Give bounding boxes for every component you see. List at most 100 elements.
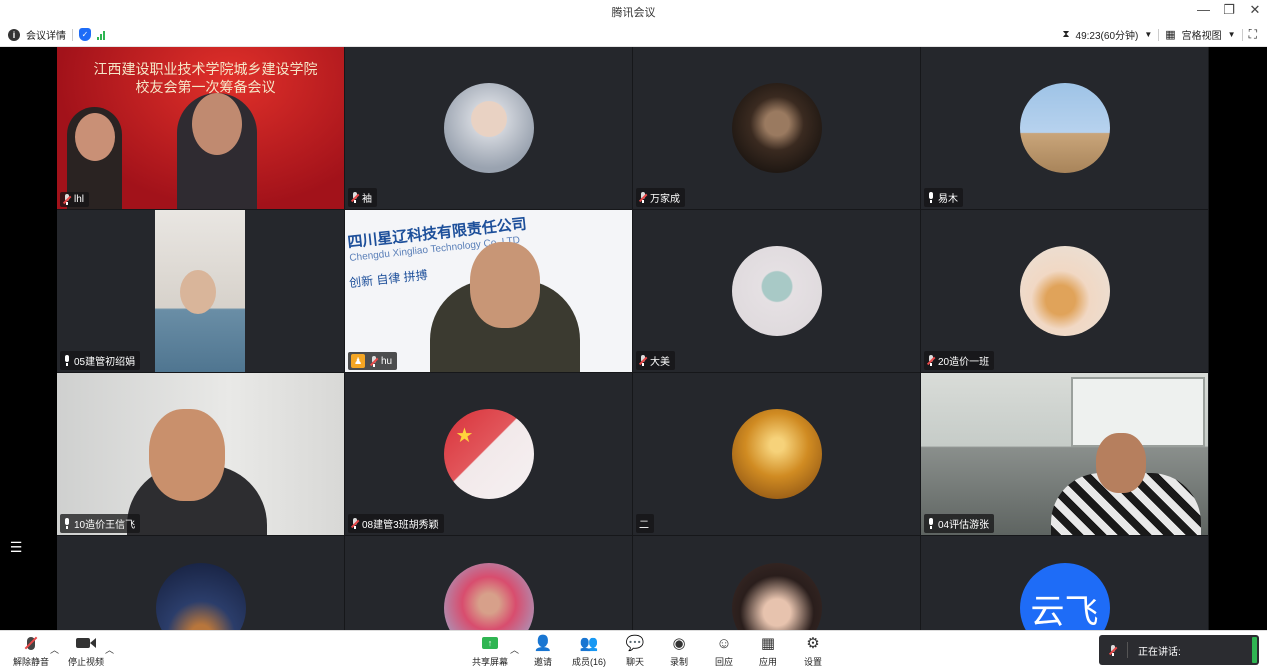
record-button[interactable]: ◉ 录制 — [654, 634, 704, 668]
participant-nametag: 万家成 — [636, 188, 685, 207]
participant-tile[interactable] — [345, 536, 633, 630]
participant-nametag: 08建管3班胡秀颖 — [348, 514, 444, 533]
divider — [1241, 28, 1243, 41]
restore-button[interactable]: ❐ — [1223, 2, 1235, 18]
participant-nametag: 大美 — [636, 351, 675, 370]
audio-level-bar — [1252, 637, 1257, 663]
avatar: ★ — [443, 409, 534, 499]
participant-name: 04评估游张 — [938, 520, 990, 531]
video-feed: 四川星辽科技有限责任公司 Chengdu Xingliao Technology… — [345, 210, 632, 372]
participant-tile[interactable]: 10造价王信飞 — [57, 373, 345, 536]
avatar-initials: 云飞 — [1030, 592, 1099, 631]
participant-tile[interactable] — [633, 536, 921, 630]
camera-icon — [75, 634, 97, 652]
mic-icon — [927, 192, 935, 203]
participant-name: 大美 — [650, 357, 670, 368]
participant-tile[interactable]: 易木 — [921, 47, 1209, 210]
info-icon[interactable]: i — [8, 28, 20, 41]
participant-tile[interactable]: 大美 — [633, 210, 921, 373]
video-feed: 江西建设职业技术学院城乡建设学院 校友会第一次筹备会议 — [57, 47, 344, 209]
invite-icon: 👤 — [533, 635, 553, 652]
participant-nametag: ♟ hu — [348, 352, 398, 370]
host-icon: ♟ — [351, 354, 365, 368]
avatar: 云飞 — [1019, 563, 1110, 631]
divider — [1127, 642, 1128, 658]
participant-nametag: 04评估游张 — [924, 514, 995, 533]
gear-icon: ⚙ — [806, 635, 820, 652]
fullscreen-icon[interactable]: ⛶ — [1249, 27, 1257, 42]
meeting-info-bar: i 会议详情 ✓ ⧗ 49:23(60分钟) ▼ ▦ 宫格视图 ▼ ⛶ — [0, 23, 1267, 47]
list-toggle-icon[interactable]: ☰ — [6, 539, 26, 559]
video-feed — [57, 373, 344, 535]
participant-tile[interactable]: 万家成 — [633, 47, 921, 210]
participant-nametag: 易木 — [924, 188, 963, 207]
participant-name: hu — [381, 355, 393, 367]
chat-button[interactable]: 💬 聊天 — [610, 634, 660, 668]
members-button[interactable]: 👥 成员(16) — [564, 634, 614, 668]
record-icon: ◉ — [672, 635, 686, 652]
settings-button[interactable]: ⚙ 设置 — [788, 634, 838, 668]
meeting-timer[interactable]: 49:23(60分钟) — [1076, 27, 1139, 42]
participant-tile[interactable]: 四川星辽科技有限责任公司 Chengdu Xingliao Technology… — [345, 210, 633, 373]
person-face — [470, 242, 540, 328]
react-button[interactable]: ☺ 回应 — [699, 634, 749, 668]
chevron-up-icon[interactable]: ︿ — [105, 643, 114, 656]
meeting-details-link[interactable]: 会议详情 — [26, 27, 66, 42]
participant-tile[interactable]: 20造价一班 — [921, 210, 1209, 373]
participant-tile[interactable]: ★ 08建管3班胡秀颖 — [345, 373, 633, 536]
participant-nametag: 20造价一班 — [924, 351, 995, 370]
mic-muted-icon — [1108, 644, 1118, 656]
participant-tile[interactable]: 04评估游张 — [921, 373, 1209, 536]
apps-button[interactable]: ▦ 应用 — [743, 634, 793, 668]
participant-tile[interactable]: 江西建设职业技术学院城乡建设学院 校友会第一次筹备会议 lhl — [57, 47, 345, 210]
close-button[interactable]: ✕ — [1249, 2, 1261, 18]
avatar — [731, 246, 822, 336]
members-icon: 👥 — [579, 635, 599, 652]
participant-name: 20造价一班 — [938, 357, 990, 368]
title-bar: 腾讯会议 — ❐ ✕ — [0, 0, 1267, 23]
record-label: 录制 — [669, 657, 688, 667]
chevron-down-icon[interactable]: ▼ — [1228, 30, 1236, 39]
mic-muted-icon — [350, 518, 360, 529]
participant-nametag: lhl — [60, 192, 90, 207]
participant-name: 05建管初绍娟 — [74, 357, 136, 368]
avatar — [1019, 246, 1110, 336]
unmute-button[interactable]: 解除静音 — [6, 634, 56, 668]
participant-tile[interactable]: 袖 — [345, 47, 633, 210]
chevron-up-icon[interactable]: ︿ — [50, 643, 59, 656]
star-icon: ★ — [455, 425, 474, 447]
stop-video-button[interactable]: 停止视频 — [61, 634, 111, 668]
hourglass-icon: ⧗ — [1062, 29, 1070, 40]
banner-line-1: 江西建设职业技术学院城乡建设学院 — [93, 62, 318, 78]
apps-label: 应用 — [758, 657, 777, 667]
security-shield-icon[interactable]: ✓ — [79, 28, 91, 41]
participant-grid: 江西建设职业技术学院城乡建设学院 校友会第一次筹备会议 lhl 袖 万家成 易木 — [57, 47, 1209, 630]
divider — [72, 28, 73, 41]
participant-name: 10造价王信飞 — [74, 520, 136, 531]
grid-view-dropdown[interactable]: 宫格视图 — [1182, 27, 1222, 42]
participant-tile[interactable] — [57, 536, 345, 630]
minimize-button[interactable]: — — [1197, 2, 1210, 18]
reaction-icon: ☺ — [716, 634, 732, 652]
bottom-toolbar: 解除静音 ︿ 停止视频 ︿ ↑ 共享屏幕 ︿ 👤 邀请 👥 成员(16) 💬 聊… — [0, 630, 1267, 670]
chevron-down-icon[interactable]: ▼ — [1144, 30, 1152, 39]
network-signal-icon[interactable] — [97, 30, 105, 40]
mic-icon — [927, 518, 935, 529]
participant-nametag: 袖 — [348, 188, 377, 207]
participant-nametag: 10造价王信飞 — [60, 514, 141, 533]
person-face — [75, 113, 115, 161]
share-screen-icon: ↑ — [479, 634, 501, 652]
invite-button[interactable]: 👤 邀请 — [518, 634, 568, 668]
grid-view-icon: ▦ — [1165, 29, 1176, 41]
participant-tile[interactable]: 云飞 — [921, 536, 1209, 630]
mic-muted-icon — [20, 634, 42, 652]
participant-tile[interactable]: 05建管初绍娟 — [57, 210, 345, 373]
avatar — [731, 83, 822, 173]
participant-name: 万家成 — [650, 194, 680, 205]
participant-tile[interactable]: 二 — [633, 373, 921, 536]
company-slogan: 创新 自律 拼搏 — [348, 267, 429, 291]
person-face — [149, 409, 225, 501]
video-feed — [921, 373, 1208, 535]
share-screen-button[interactable]: ↑ 共享屏幕 — [465, 634, 515, 668]
window-panel — [1071, 377, 1205, 447]
